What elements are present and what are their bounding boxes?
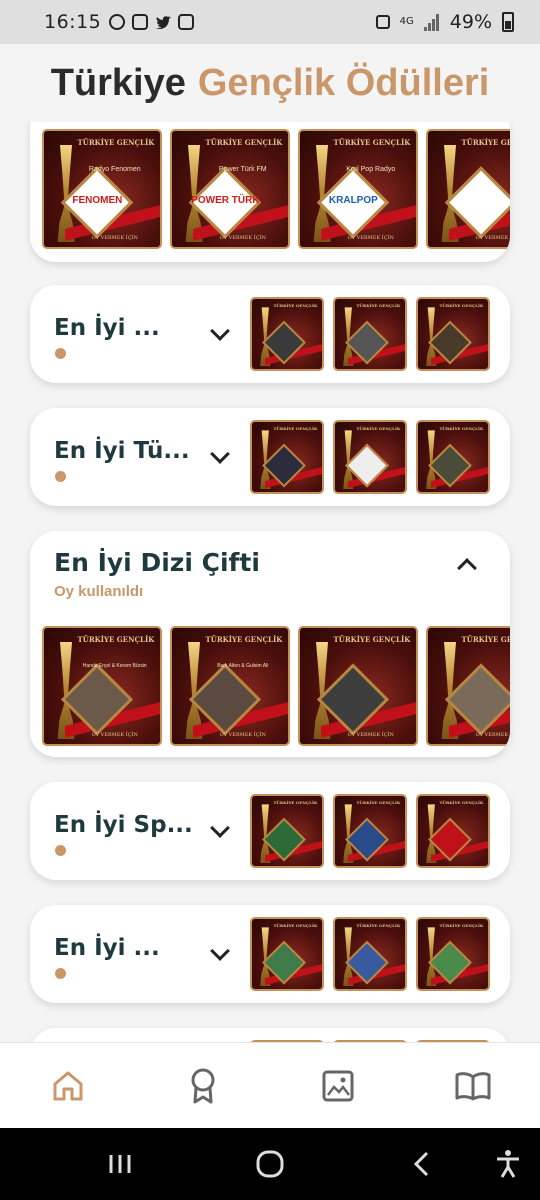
nominee-caption: Kral Pop Radyo — [346, 165, 396, 173]
instagram-icon — [132, 14, 149, 30]
circle-home-icon — [256, 1150, 284, 1178]
category-title: En İyi Dizi Çifti — [54, 548, 260, 577]
chevron-down-icon[interactable] — [210, 941, 230, 961]
nominee-poster[interactable]: TÜRKİYE GENÇLİK Bark Alten & Gulsim Ali … — [170, 626, 290, 746]
category-title: En İyi ... — [54, 315, 160, 341]
nominee-poster[interactable]: TÜRKİYE GENÇLİK OY VERMEK İÇİN — [426, 129, 510, 249]
status-dot — [55, 968, 66, 979]
chevron-down-icon[interactable] — [210, 321, 230, 341]
nominee-poster[interactable]: TÜRKİYE GENÇLİK — [250, 420, 324, 494]
category-card[interactable]: En İyi Tü... TÜRKİYE GENÇLİK TÜRKİYE GEN… — [30, 408, 510, 506]
category-card[interactable]: En İyi ... TÜRKİYE GENÇLİK TÜRKİYE GENÇL… — [30, 285, 510, 383]
nominee-poster[interactable]: TÜRKİYE GENÇLİK — [333, 297, 407, 371]
recents-icon — [109, 1155, 131, 1173]
category-card[interactable]: En İyi ... TÜRKİYE GENÇLİK TÜRKİYE GENÇL… — [30, 905, 510, 1003]
status-bar: 16:15 4G 49% — [0, 0, 540, 44]
nominee-caption: Radyo Fenomen — [88, 165, 141, 173]
check-notification-icon — [178, 14, 195, 30]
gallery-icon — [322, 1070, 353, 1101]
title-part2: Gençlik Ödülleri — [197, 61, 490, 104]
nominee-poster[interactable]: TÜRKİYE GENÇLİK — [250, 794, 324, 868]
back-icon — [413, 1151, 429, 1177]
nominee-poster[interactable]: TÜRKİYE GENÇLİK — [333, 917, 407, 991]
nav-gallery[interactable] — [308, 1056, 368, 1116]
vote-status: Oy kullanıldı — [54, 583, 144, 600]
nominee-poster[interactable]: TÜRKİYE GENÇLİK KRALPOP Kral Pop Radyo O… — [298, 129, 418, 249]
nominee-poster[interactable]: TÜRKİYE GENÇLİK — [250, 917, 324, 991]
accessibility-button[interactable] — [488, 1144, 528, 1184]
book-icon — [455, 1071, 490, 1100]
nominee-logo: POWER TÜRK — [191, 194, 260, 206]
nominee-logo: KRALPOP — [328, 194, 378, 206]
battery-text: 49% — [449, 11, 492, 33]
nominee-poster[interactable]: TÜRKİYE GENÇLİK — [333, 794, 407, 868]
nav-awards[interactable] — [173, 1056, 233, 1116]
nominee-caption: Hande Erçel & Kerem Bürsin — [82, 662, 147, 669]
nominee-poster[interactable]: TÜRKİYE GENÇLİK Hande Erçel & Kerem Bürs… — [42, 626, 162, 746]
award-icon — [191, 1068, 214, 1103]
category-title: En İyi Sp... — [54, 812, 193, 838]
whatsapp-icon — [109, 14, 126, 30]
nominee-poster[interactable]: TÜRKİYE GENÇLİK OY VERMEK İÇİN — [298, 626, 418, 746]
accessibility-icon — [497, 1150, 519, 1178]
back-button[interactable] — [402, 1144, 442, 1184]
battery-icon — [502, 12, 514, 32]
nominee-poster[interactable]: TÜRKİYE GENÇLİK — [416, 297, 490, 371]
status-dot — [55, 348, 66, 359]
nominee-poster[interactable]: TÜRKİYE GENÇLİK OY VERMEK İÇİN — [426, 626, 510, 746]
status-right: 4G 49% — [375, 11, 514, 33]
category-card[interactable]: En İyi Sp... TÜRKİYE GENÇLİK TÜRKİYE GEN… — [30, 782, 510, 880]
home-icon — [53, 1071, 82, 1100]
category-card: TÜRKİYE GENÇLİK FENOMEN Radyo Fenomen OY… — [30, 122, 510, 262]
home-button[interactable] — [250, 1144, 290, 1184]
nominee-poster[interactable]: TÜRKİYE GENÇLİK POWER TÜRK Power Türk FM… — [170, 129, 290, 249]
system-navigation-bar — [0, 1128, 540, 1200]
nominee-poster[interactable]: TÜRKİYE GENÇLİK — [416, 420, 490, 494]
category-card-expanded: En İyi Dizi Çifti Oy kullanıldı TÜRKİYE … — [30, 531, 510, 757]
nominee-caption: Bark Alten & Gulsim Ali — [217, 662, 269, 669]
nominee-poster[interactable]: TÜRKİYE GENÇLİK FENOMEN Radyo Fenomen OY… — [42, 129, 162, 249]
app-header: Türkiye Gençlik Ödülleri — [0, 44, 540, 122]
nav-home[interactable] — [38, 1056, 98, 1116]
nav-book[interactable] — [443, 1056, 503, 1116]
chevron-down-icon[interactable] — [210, 444, 230, 464]
chevron-down-icon[interactable] — [210, 818, 230, 838]
notification-icons — [109, 14, 195, 30]
network-type: 4G — [399, 16, 414, 27]
bottom-navigation — [0, 1042, 540, 1128]
nominee-poster[interactable]: TÜRKİYE GENÇLİK — [250, 297, 324, 371]
category-card[interactable] — [30, 1028, 510, 1042]
nominee-poster[interactable]: TÜRKİYE GENÇLİK — [333, 420, 407, 494]
nominee-poster[interactable]: TÜRKİYE GENÇLİK — [416, 794, 490, 868]
status-dot — [55, 471, 66, 482]
status-dot — [55, 845, 66, 856]
status-time: 16:15 — [44, 11, 102, 33]
alarm-icon — [375, 15, 390, 29]
nominee-poster[interactable]: TÜRKİYE GENÇLİK — [416, 917, 490, 991]
nominee-logo: FENOMEN — [72, 194, 123, 206]
recents-button[interactable] — [100, 1144, 140, 1184]
category-title: En İyi ... — [54, 935, 160, 961]
title-part1: Türkiye — [50, 61, 186, 104]
signal-icon — [423, 14, 439, 31]
category-title: En İyi Tü... — [54, 438, 190, 464]
categories-list[interactable]: TÜRKİYE GENÇLİK FENOMEN Radyo Fenomen OY… — [0, 122, 540, 1042]
twitter-icon — [155, 14, 172, 30]
chevron-up-icon[interactable] — [457, 558, 477, 578]
nominee-caption: Power Türk FM — [218, 165, 267, 173]
